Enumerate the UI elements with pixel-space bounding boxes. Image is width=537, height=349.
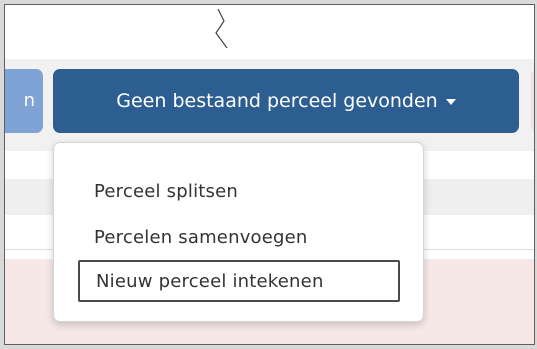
menu-item-draw-new-parcel[interactable]: Nieuw perceel intekenen (78, 260, 400, 302)
menu-item-split-parcel[interactable]: Perceel splitsen (78, 170, 400, 212)
top-strip (5, 5, 534, 59)
screenshot-frame: n Geen bestaand perceel gevonden Perceel… (4, 4, 535, 345)
left-partial-button[interactable]: n (5, 69, 43, 133)
menu-item-merge-parcels[interactable]: Percelen samenvoegen (78, 216, 400, 258)
dropdown-menu: Perceel splitsen Percelen samenvoegen Ni… (53, 142, 424, 322)
chevron-down-icon (445, 99, 456, 105)
main-button-label: Geen bestaand perceel gevonden (116, 90, 438, 112)
no-existing-parcel-dropdown-button[interactable]: Geen bestaand perceel gevonden (53, 69, 519, 133)
right-partial-button[interactable] (531, 69, 534, 133)
squiggle-icon (215, 8, 228, 49)
